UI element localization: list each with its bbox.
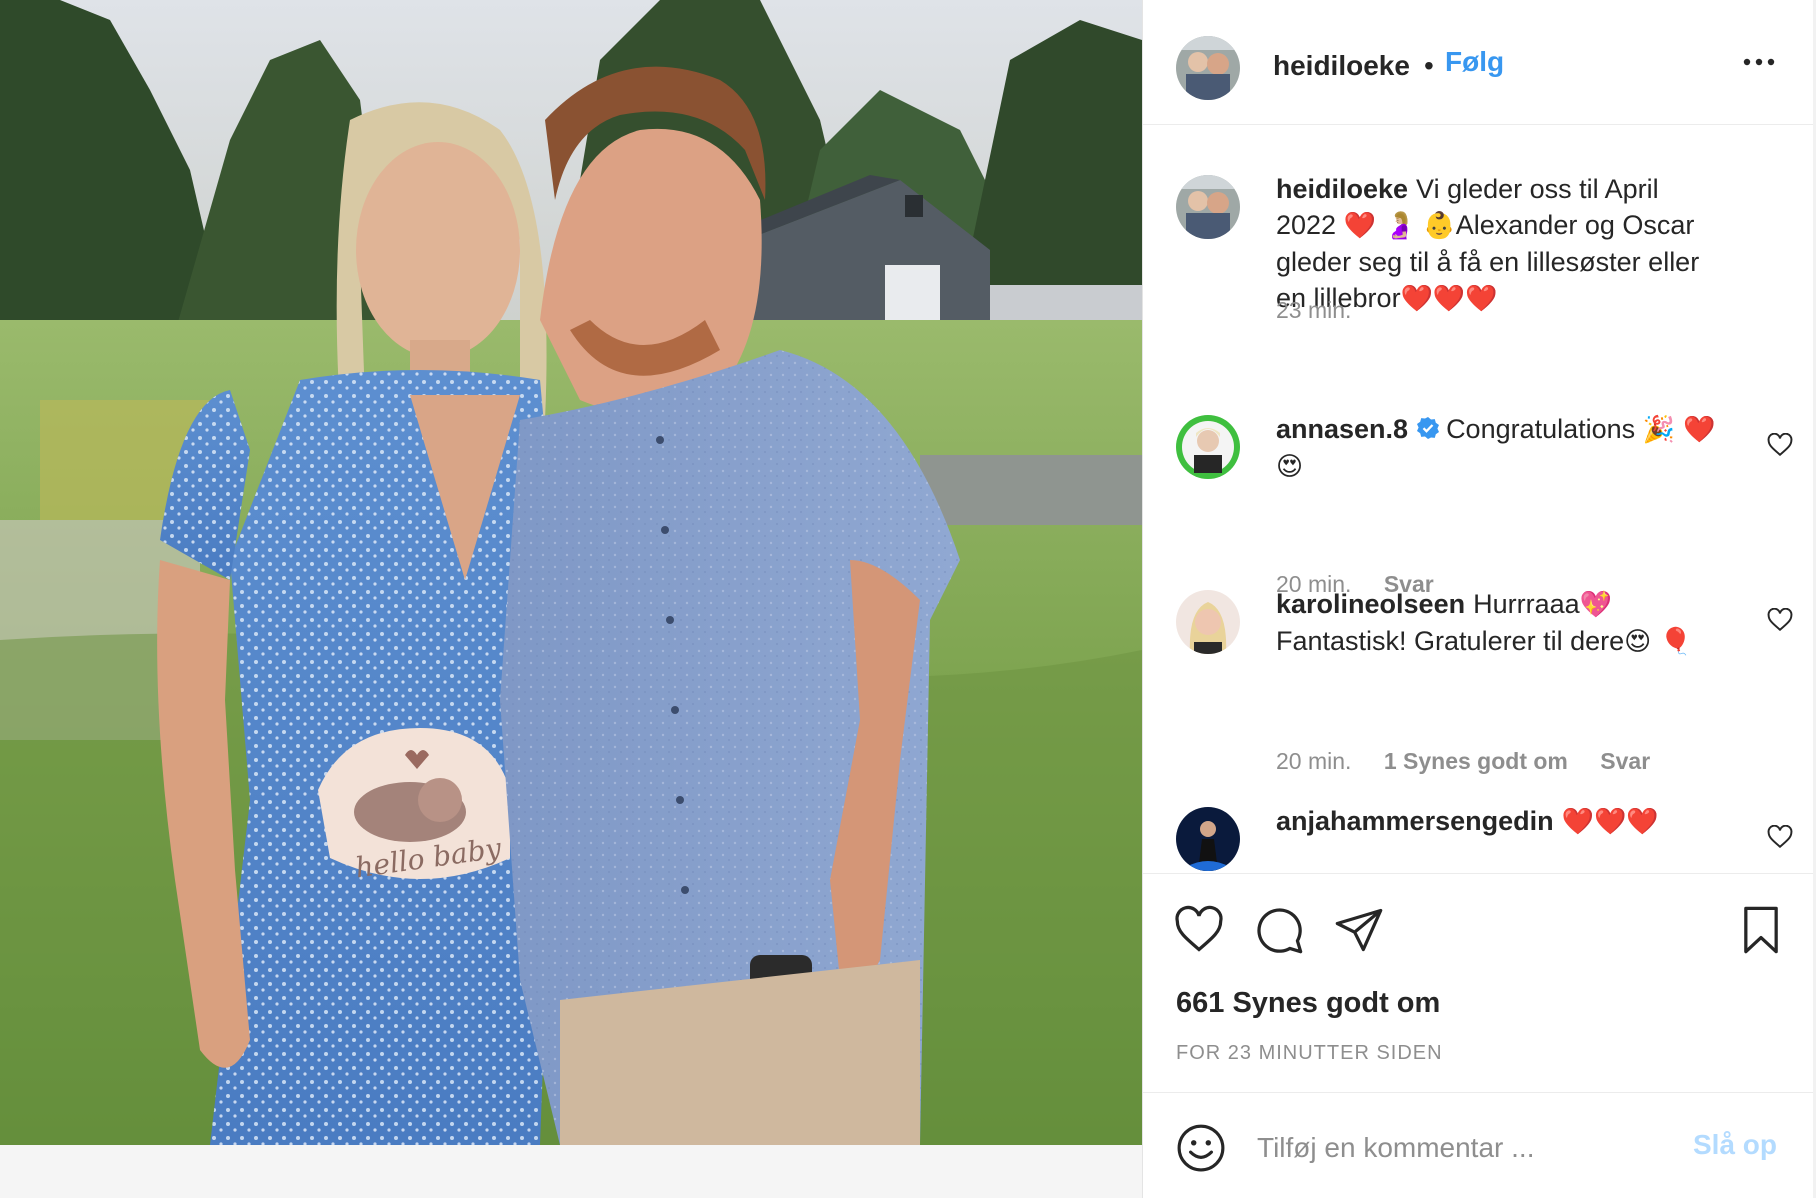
caption-time: 23 min. [1276, 297, 1352, 323]
commenter-avatar[interactable] [1176, 807, 1240, 871]
comment-emoji: ❤️❤️❤️ [1561, 807, 1659, 837]
save-bookmark-icon[interactable] [1735, 904, 1787, 956]
comment-meta: 20 min. 1 Synes godt om Svar [1276, 748, 1676, 775]
comment-input[interactable] [1255, 1117, 1689, 1179]
add-comment-bar: Slå op [1143, 1092, 1815, 1199]
commenter-avatar[interactable] [1176, 415, 1240, 479]
caption-emoji-hearts: ❤️❤️❤️ [1400, 284, 1498, 314]
comment-emoji: 💖 [1579, 590, 1613, 620]
post-side-panel: heidiloeke • Følg heidiloeke Vi gleder o… [1142, 0, 1815, 1198]
comment-likes-link[interactable]: 1 Synes godt om [1384, 748, 1568, 774]
photo-bottom-strip [0, 1145, 1142, 1198]
post-actions: 661 Synes godt om FOR 23 MINUTTER SIDEN [1143, 873, 1815, 1124]
caption-emoji-pregnant: 🤰🏼 [1383, 211, 1416, 241]
comment-time: 20 min. [1276, 748, 1352, 774]
author-username[interactable]: heidiloeke [1273, 50, 1410, 82]
commenter-username[interactable]: karolineolseen [1276, 589, 1465, 619]
post-photo[interactable]: hello baby [0, 0, 1142, 1145]
follow-button[interactable]: Følg [1445, 46, 1504, 78]
caption-meta: 23 min. [1276, 297, 1377, 324]
likes-count[interactable]: 661 Synes godt om [1176, 987, 1440, 1020]
caption-avatar[interactable] [1176, 175, 1240, 239]
commenter-username[interactable]: annasen.8 [1276, 414, 1408, 444]
post-timestamp: FOR 23 MINUTTER SIDEN [1176, 1042, 1443, 1064]
instagram-post: hello baby heidiloeke • Følg heidiloeke … [0, 0, 1816, 1198]
verified-badge-icon [1417, 417, 1440, 439]
comments-list[interactable]: heidiloeke Vi gleder oss til April 2022 ❤… [1143, 125, 1815, 873]
header-separator: • [1424, 50, 1434, 81]
caption-username[interactable]: heidiloeke [1276, 174, 1408, 204]
post-comment-button[interactable]: Slå op [1693, 1129, 1777, 1161]
comment-like-heart-icon[interactable] [1767, 433, 1793, 457]
reply-button[interactable]: Svar [1600, 748, 1650, 774]
comment-body: Hurrraaa [1473, 589, 1580, 619]
like-heart-icon[interactable] [1173, 904, 1225, 956]
commenter-username[interactable]: anjahammersengedin [1276, 806, 1554, 836]
comment-text: anjahammersengedin ❤️❤️❤️ [1276, 803, 1736, 840]
author-avatar[interactable] [1176, 36, 1240, 100]
commenter-avatar[interactable] [1176, 590, 1240, 654]
comment-bubble-icon[interactable] [1253, 904, 1305, 956]
comment-like-heart-icon[interactable] [1767, 825, 1793, 849]
comment-body: Congratulations [1446, 414, 1636, 444]
comment-text: annasen.8 Congratulations 🎉 ❤️ 😍 [1276, 411, 1716, 485]
caption-emoji-baby: 👶 [1423, 211, 1456, 241]
share-paper-plane-icon[interactable] [1333, 904, 1385, 956]
caption-text: heidiloeke Vi gleder oss til April 2022 ❤… [1276, 171, 1716, 317]
post-header: heidiloeke • Følg [1143, 4, 1815, 125]
comment-emoji-2: 😍 🎈 [1624, 627, 1692, 657]
comment-body-2: Fantastisk! Gratulerer til dere [1276, 626, 1625, 656]
emoji-smiley-icon[interactable] [1176, 1123, 1226, 1173]
comment-text: karolineolseen Hurrraaa💖 Fantastisk! Grat… [1276, 586, 1716, 660]
comment-like-heart-icon[interactable] [1767, 608, 1793, 632]
more-options-icon[interactable] [1741, 52, 1777, 72]
post-photo-illustration: hello baby [0, 0, 1142, 1145]
caption-emoji-heart: ❤️ [1343, 211, 1376, 241]
